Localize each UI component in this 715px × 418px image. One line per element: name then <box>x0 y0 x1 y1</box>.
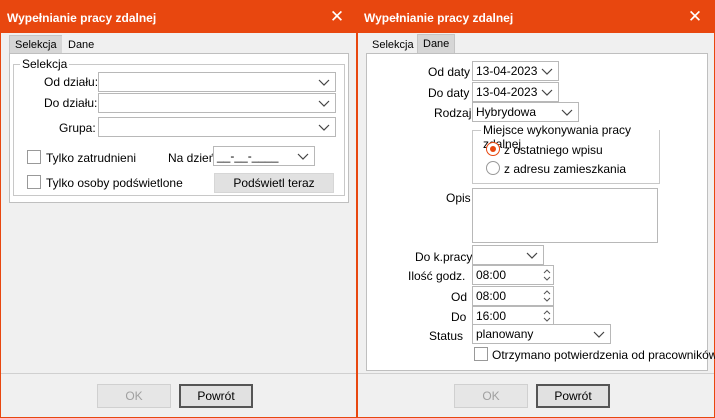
right-window-title: Wypełnianie pracy zdalnej <box>364 11 514 25</box>
podswietl-teraz-button[interactable]: Podświetl teraz <box>214 173 334 193</box>
od-label: Od <box>451 290 468 304</box>
left-ok-button[interactable]: OK <box>97 384 171 408</box>
chevron-down-icon <box>318 79 330 86</box>
right-dialog-window: Wypełnianie pracy zdalnej ✕ Selekcja Dan… <box>357 0 715 418</box>
od-time-value: 08:00 <box>476 289 507 303</box>
tylko-osoby-checkbox[interactable] <box>27 175 41 189</box>
chevron-down-icon <box>541 89 553 96</box>
left-tab-panel: Selekcja Od działu: Do działu: Grupa: Ty… <box>9 53 349 203</box>
right-footer-divider <box>358 373 714 374</box>
spinner-arrows-icon[interactable] <box>541 307 553 325</box>
chevron-down-icon <box>297 153 309 160</box>
od-dzialu-label: Od działu: <box>44 75 99 89</box>
status-value: planowany <box>476 327 534 341</box>
left-close-icon[interactable]: ✕ <box>324 4 350 30</box>
right-tab-selekcja[interactable]: Selekcja <box>366 35 420 54</box>
chevron-down-icon <box>318 124 330 131</box>
radio-adresu-zamieszkania[interactable] <box>486 161 500 175</box>
do-dzialu-label: Do działu: <box>44 96 98 110</box>
left-powrot-button[interactable]: Powrót <box>179 384 253 408</box>
left-title-bar: Wypełnianie pracy zdalnej ✕ <box>1 1 356 33</box>
spinner-arrows-icon[interactable] <box>541 287 553 305</box>
do-time-spinner[interactable]: 16:00 <box>472 306 554 326</box>
right-close-icon[interactable]: ✕ <box>682 4 708 30</box>
od-time-spinner[interactable]: 08:00 <box>472 286 554 306</box>
radio-ostatniego-wpisu[interactable] <box>486 142 500 156</box>
right-powrot-button[interactable]: Powrót <box>536 384 610 408</box>
grupa-dropdown[interactable] <box>98 117 336 137</box>
otrzymano-checkbox[interactable] <box>474 347 488 361</box>
ilosc-godz-spinner[interactable]: 08:00 <box>472 265 554 285</box>
right-tab-dane[interactable]: Dane <box>417 34 456 54</box>
na-dzien-date-picker[interactable]: __-__-____ <box>213 146 315 166</box>
chevron-down-icon <box>318 100 330 107</box>
status-label: Status <box>429 329 464 343</box>
status-dropdown[interactable]: planowany <box>472 324 611 344</box>
selekcja-group-title: Selekcja <box>20 57 70 71</box>
do-label: Do <box>451 310 467 324</box>
opis-label: Opis <box>446 191 471 205</box>
spinner-arrows-icon[interactable] <box>541 266 553 284</box>
opis-textarea[interactable] <box>472 188 658 243</box>
tylko-zatrudnieni-label: Tylko zatrudnieni <box>46 151 137 165</box>
right-tab-panel: Od daty 13-04-2023 Do daty 13-04-2023 Ro… <box>366 53 715 371</box>
grupa-label: Grupa: <box>59 121 96 135</box>
left-window-title: Wypełnianie pracy zdalnej <box>7 11 157 25</box>
ilosc-godz-value: 08:00 <box>476 268 507 282</box>
do-daty-label: Do daty <box>428 86 470 100</box>
na-dzien-label: Na dzień <box>168 151 216 165</box>
do-kpracy-dropdown[interactable] <box>472 245 544 265</box>
od-daty-date-picker[interactable]: 13-04-2023 <box>472 61 559 81</box>
do-dzialu-dropdown[interactable] <box>98 93 336 113</box>
tylko-osoby-label: Tylko osoby podświetlone <box>46 176 183 190</box>
right-title-bar: Wypełnianie pracy zdalnej ✕ <box>358 1 714 33</box>
radio-ostatniego-label: z ostatniego wpisu <box>504 143 603 157</box>
do-kpracy-label: Do k.pracy <box>415 250 473 264</box>
left-tab-dane[interactable]: Dane <box>62 35 101 54</box>
do-daty-value: 13-04-2023 <box>476 85 538 99</box>
right-ok-button[interactable]: OK <box>454 384 528 408</box>
tylko-zatrudnieni-checkbox[interactable] <box>27 150 41 164</box>
left-tab-selekcja[interactable]: Selekcja <box>9 35 63 54</box>
do-time-value: 16:00 <box>476 309 507 323</box>
rodzaj-value: Hybrydowa <box>476 105 537 119</box>
left-footer-divider <box>1 373 356 374</box>
rodzaj-dropdown[interactable]: Hybrydowa <box>472 102 579 122</box>
na-dzien-value: __-__-____ <box>217 149 279 163</box>
chevron-down-icon <box>561 109 573 116</box>
od-daty-value: 13-04-2023 <box>476 64 538 78</box>
rodzaj-label: Rodzaj <box>434 106 472 120</box>
radio-adresu-label: z adresu zamieszkania <box>504 162 627 176</box>
od-dzialu-dropdown[interactable] <box>98 72 336 92</box>
do-daty-date-picker[interactable]: 13-04-2023 <box>472 82 559 102</box>
otrzymano-label: Otrzymano potwierdzenia od pracowników <box>492 348 715 362</box>
od-daty-label: Od daty <box>428 65 471 79</box>
chevron-down-icon <box>526 252 538 259</box>
chevron-down-icon <box>593 331 605 338</box>
ilosc-godz-label: Ilość godz. <box>408 269 466 283</box>
left-dialog-window: Wypełnianie pracy zdalnej ✕ Selekcja Dan… <box>0 0 357 418</box>
chevron-down-icon <box>541 68 553 75</box>
